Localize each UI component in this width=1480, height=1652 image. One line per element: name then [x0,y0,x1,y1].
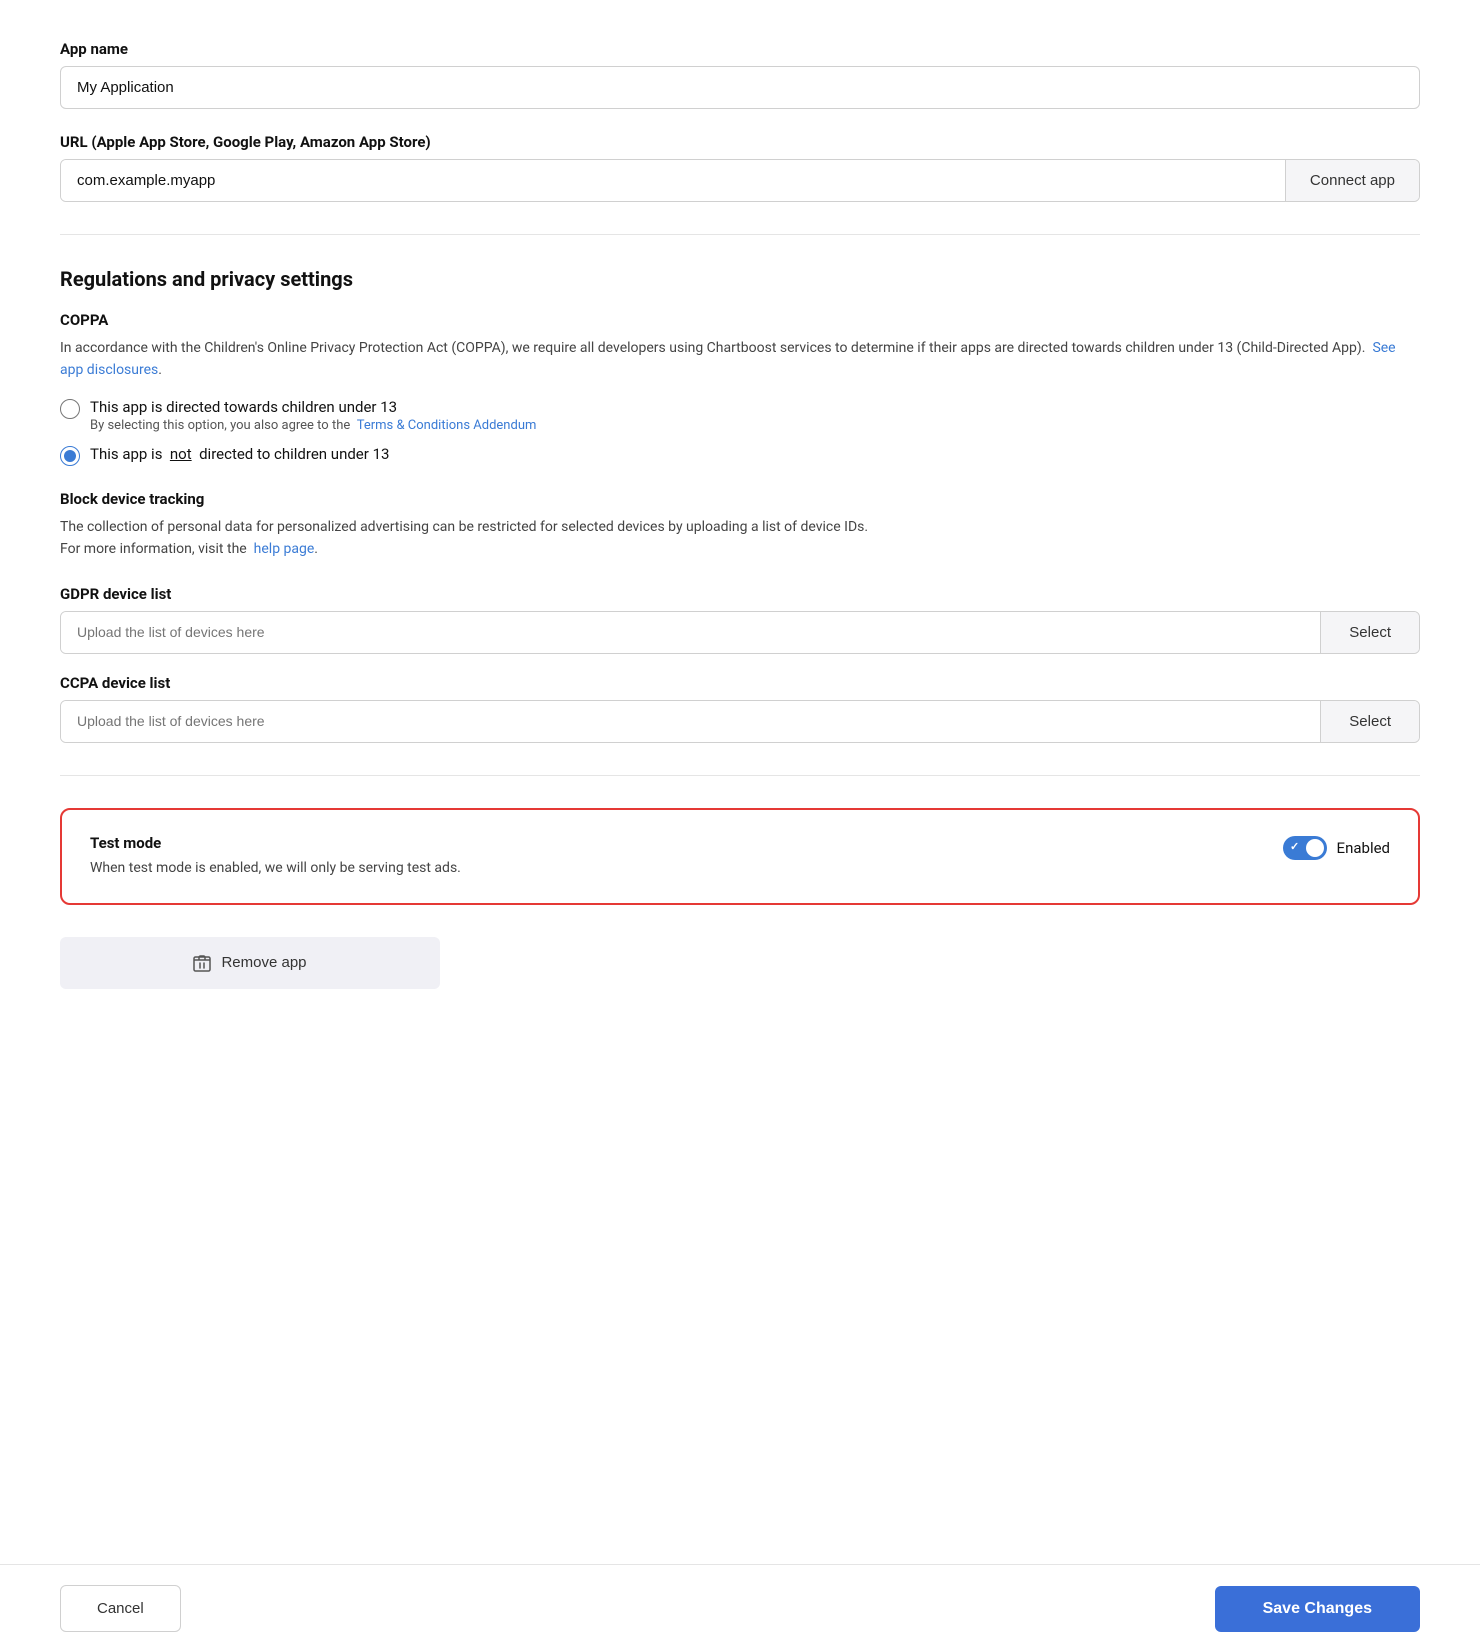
app-name-group: App name [60,40,1420,109]
gdpr-input-row: Select [60,611,1420,654]
coppa-radio-item-2: This app is not directed to children und… [60,445,1420,466]
test-mode-description: When test mode is enabled, we will only … [90,858,1263,879]
app-name-label: App name [60,40,1420,58]
gdpr-label: GDPR device list [60,585,1420,603]
footer-bar: Cancel Save Changes [0,1564,1480,1652]
coppa-radio-1-labels: This app is directed towards children un… [90,398,536,433]
test-mode-enabled-label: Enabled [1337,839,1390,857]
coppa-radio-2[interactable] [60,446,80,466]
coppa-radio-group: This app is directed towards children un… [60,398,1420,466]
ccpa-label: CCPA device list [60,674,1420,692]
ccpa-device-list-group: CCPA device list Select [60,674,1420,743]
connect-app-button[interactable]: Connect app [1285,160,1419,201]
gdpr-device-input[interactable] [61,612,1320,653]
test-mode-title: Test mode [90,834,1263,852]
coppa-radio-item-1: This app is directed towards children un… [60,398,1420,433]
help-page-link[interactable]: help page [254,541,315,557]
url-label: URL (Apple App Store, Google Play, Amazo… [60,133,1420,151]
block-tracking-section: Block device tracking The collection of … [60,490,1420,561]
toggle-slider [1283,836,1327,860]
block-tracking-description: The collection of personal data for pers… [60,516,1420,561]
coppa-description: In accordance with the Children's Online… [60,337,1420,382]
ccpa-select-button[interactable]: Select [1320,701,1419,742]
section-divider-1 [60,234,1420,235]
coppa-radio-2-label: This app is not directed to children und… [90,445,389,463]
cancel-button[interactable]: Cancel [60,1585,181,1632]
coppa-desc-text: In accordance with the Children's Online… [60,340,1365,356]
test-mode-toggle-area: ✓ Enabled [1283,836,1390,860]
save-changes-button[interactable]: Save Changes [1215,1586,1420,1632]
test-mode-content: Test mode When test mode is enabled, we … [90,834,1263,879]
app-name-input[interactable] [60,66,1420,109]
coppa-title: COPPA [60,311,1420,329]
remove-app-label: Remove app [221,954,306,971]
gdpr-device-list-group: GDPR device list Select [60,585,1420,654]
test-mode-toggle[interactable]: ✓ [1283,836,1327,860]
coppa-group: COPPA In accordance with the Children's … [60,311,1420,466]
trash-icon [193,953,211,973]
remove-app-section: Remove app [60,937,1420,989]
ccpa-input-row: Select [60,700,1420,743]
url-input[interactable] [61,160,1285,201]
regulations-title: Regulations and privacy settings [60,267,1420,291]
coppa-radio-1-sublabel: By selecting this option, you also agree… [90,418,536,433]
url-group: URL (Apple App Store, Google Play, Amazo… [60,133,1420,202]
terms-conditions-link[interactable]: Terms & Conditions Addendum [357,418,537,433]
block-tracking-title: Block device tracking [60,490,1420,508]
coppa-not-text: not [170,445,192,463]
ccpa-device-input[interactable] [61,701,1320,742]
coppa-radio-1[interactable] [60,399,80,419]
regulations-section: Regulations and privacy settings COPPA I… [60,267,1420,743]
remove-app-button[interactable]: Remove app [60,937,440,989]
section-divider-2 [60,775,1420,776]
url-input-row: Connect app [60,159,1420,202]
coppa-radio-1-label: This app is directed towards children un… [90,398,536,416]
gdpr-select-button[interactable]: Select [1320,612,1419,653]
test-mode-box: Test mode When test mode is enabled, we … [60,808,1420,905]
coppa-radio-2-labels: This app is not directed to children und… [90,445,389,463]
